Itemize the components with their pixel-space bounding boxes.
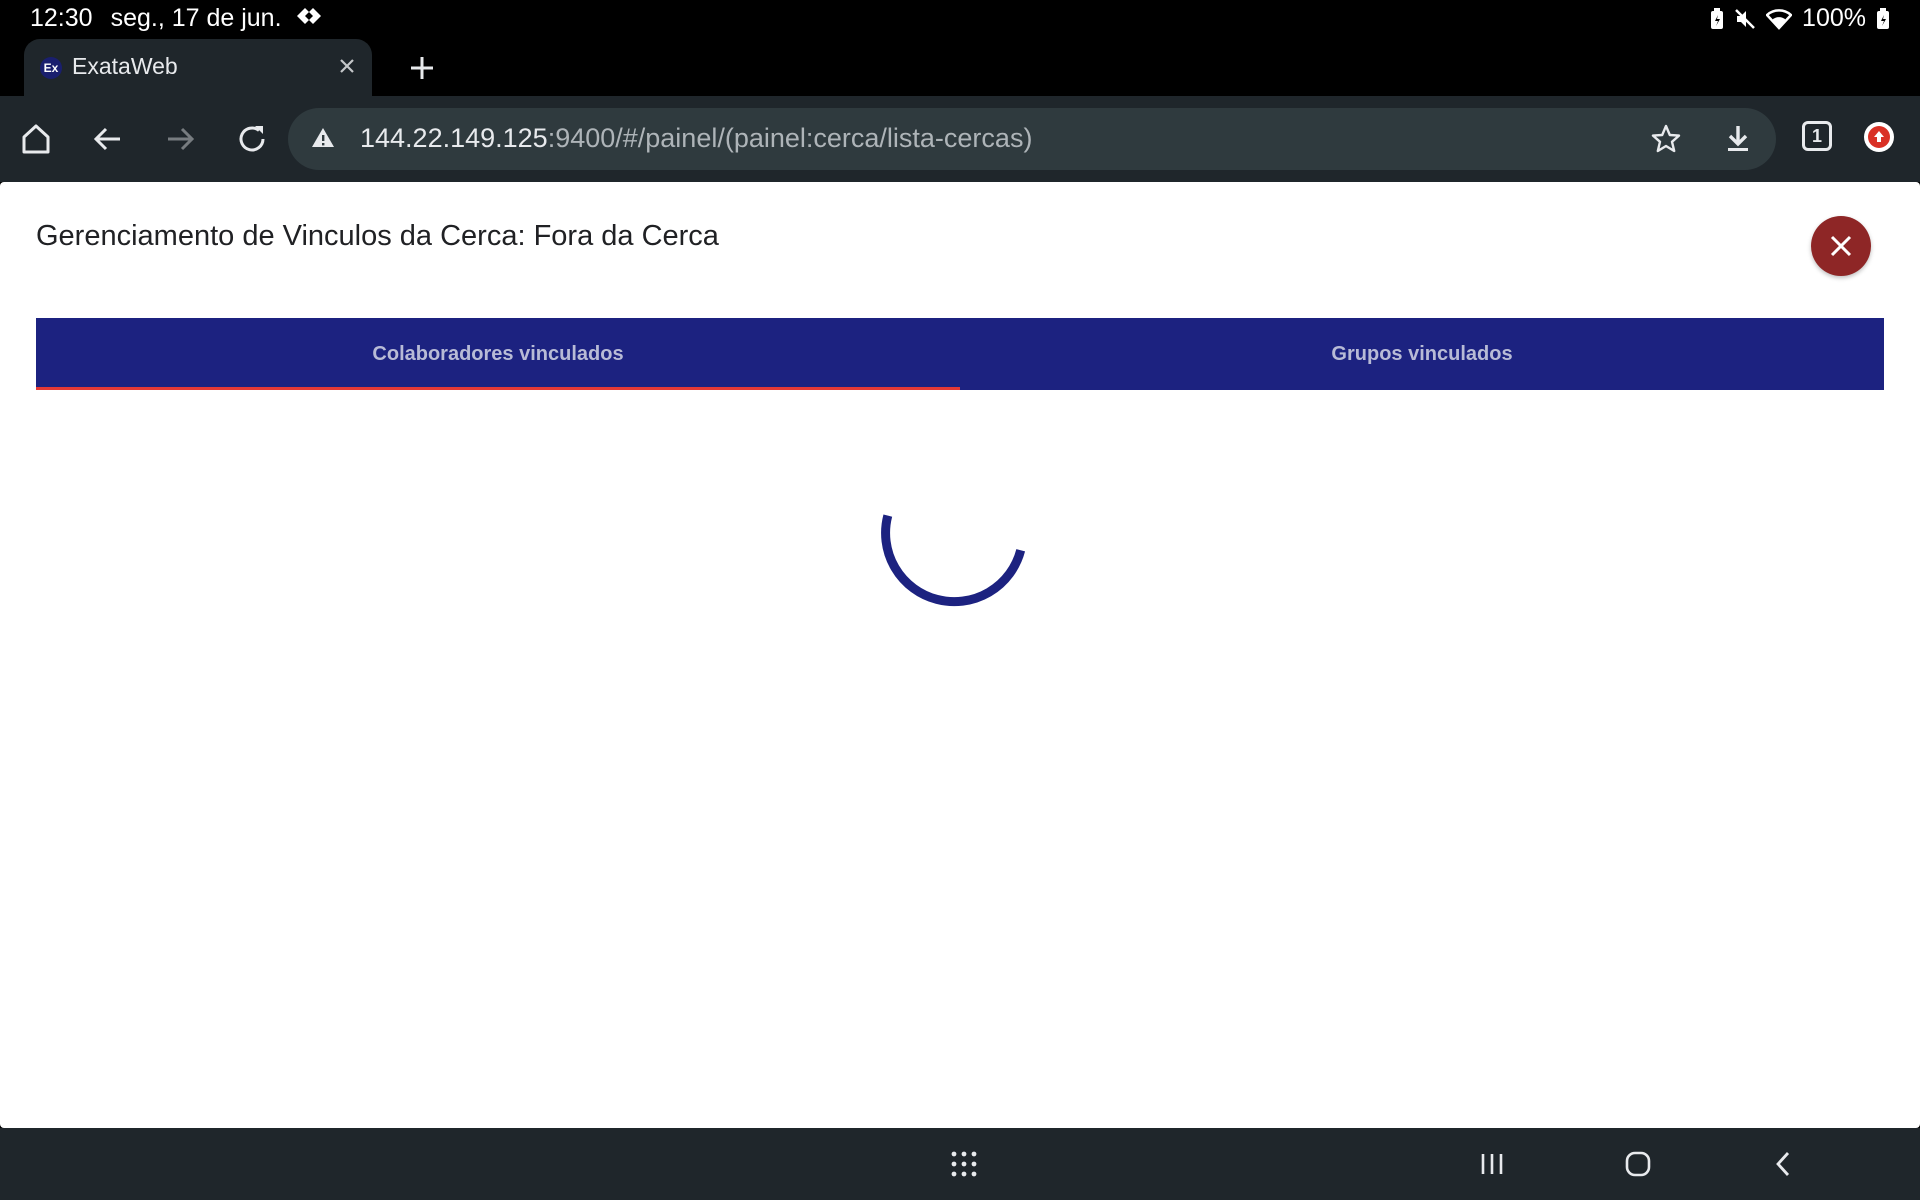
- download-icon[interactable]: [1722, 123, 1754, 160]
- status-time: 12:30: [30, 4, 93, 32]
- close-icon: [1830, 235, 1852, 257]
- reload-button[interactable]: [230, 117, 274, 161]
- new-tab-button[interactable]: [402, 48, 442, 88]
- bookmark-star-icon[interactable]: [1650, 123, 1682, 160]
- battery-percent: 100%: [1802, 4, 1866, 32]
- address-bar[interactable]: 144.22.149.125:9400/#/painel/(painel:cer…: [288, 108, 1776, 170]
- home-circle-icon: [1625, 1151, 1651, 1177]
- back-nav-button[interactable]: [1764, 1146, 1804, 1182]
- tab-grupos-vinculados[interactable]: Grupos vinculados: [960, 318, 1884, 390]
- status-date: seg., 17 de jun.: [110, 4, 282, 32]
- tab-title: ExataWeb: [72, 53, 178, 79]
- dialog-tabs: Colaboradores vinculados Grupos vinculad…: [36, 318, 1884, 390]
- battery-saver-icon: [1710, 7, 1724, 30]
- apps-grid-icon: [951, 1151, 977, 1177]
- app-drawer-button[interactable]: [944, 1146, 984, 1182]
- browser-tab-strip: Ex ExataWeb: [0, 38, 1920, 96]
- home-button[interactable]: [14, 117, 58, 161]
- reload-icon: [239, 126, 265, 152]
- close-dialog-button[interactable]: [1811, 216, 1871, 276]
- page-content: Gerenciamento de Vinculos da Cerca: Fora…: [0, 182, 1920, 1128]
- url-path: :9400/#/painel/(painel:cerca/lista-cerca…: [547, 123, 1033, 153]
- favicon-icon: Ex: [40, 57, 62, 79]
- data-saver-icon: [296, 4, 322, 33]
- url-text[interactable]: 144.22.149.125:9400/#/painel/(painel:cer…: [360, 123, 1032, 154]
- not-secure-warning-icon[interactable]: [310, 125, 336, 156]
- tab-switcher-button[interactable]: 1: [1802, 121, 1832, 151]
- home-nav-button[interactable]: [1618, 1146, 1658, 1182]
- browser-toolbar: 144.22.149.125:9400/#/painel/(painel:cer…: [0, 96, 1920, 182]
- back-button[interactable]: [86, 117, 130, 161]
- mute-icon: [1734, 8, 1756, 30]
- browser-tab[interactable]: Ex ExataWeb: [24, 39, 372, 96]
- wifi-icon: [1766, 8, 1793, 30]
- back-chevron-icon: [1776, 1152, 1790, 1176]
- battery-icon: [1876, 7, 1890, 30]
- forward-arrow-icon: [168, 127, 195, 151]
- tab-close-icon[interactable]: [334, 53, 360, 79]
- system-nav-bar: [0, 1128, 1920, 1200]
- tab-colaboradores-vinculados[interactable]: Colaboradores vinculados: [36, 318, 960, 390]
- recents-icon: [1481, 1154, 1503, 1174]
- profile-update-icon[interactable]: [1864, 122, 1894, 152]
- home-icon: [22, 124, 50, 154]
- url-host: 144.22.149.125: [360, 123, 548, 153]
- back-arrow-icon: [93, 127, 120, 151]
- status-bar: 12:30 seg., 17 de jun. 100%: [0, 0, 1920, 38]
- recent-apps-button[interactable]: [1472, 1146, 1512, 1182]
- dialog-title: Gerenciamento de Vinculos da Cerca: Fora…: [36, 220, 719, 252]
- forward-button[interactable]: [158, 117, 202, 161]
- loading-spinner: [881, 514, 1026, 607]
